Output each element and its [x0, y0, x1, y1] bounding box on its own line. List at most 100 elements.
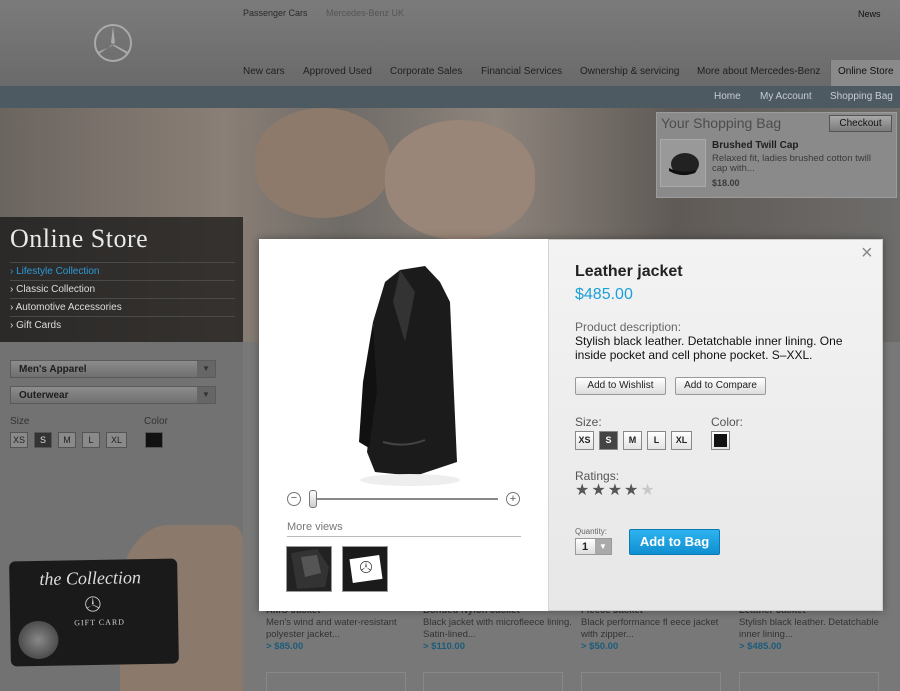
size-s[interactable]: S — [34, 432, 52, 448]
grid-item-price: > $485.00 — [739, 641, 782, 652]
category-label: Automotive Accessories — [15, 302, 122, 313]
hero-man — [255, 108, 390, 218]
category-label: Classic Collection — [16, 284, 96, 295]
category-label: Lifestyle Collection — [16, 266, 100, 277]
modal-size-l[interactable]: L — [647, 431, 666, 450]
grid-item-desc: Stylish black leather. Detatchable inner… — [739, 617, 879, 640]
gift-card-label: GIFT CARD — [74, 617, 126, 628]
color-label: Color — [144, 416, 168, 427]
bag-item-name[interactable]: Brushed Twill Cap — [712, 140, 799, 151]
modal-size-xl[interactable]: XL — [671, 431, 692, 450]
nav-corporate-sales[interactable]: Corporate Sales — [390, 66, 462, 77]
modal-size-xs[interactable]: XS — [575, 431, 594, 450]
checkout-button[interactable]: Checkout — [829, 115, 892, 132]
grid-card[interactable] — [423, 672, 563, 691]
chevron-down-icon: ▼ — [197, 387, 215, 403]
product-title: Leather jacket — [575, 263, 683, 280]
grid-item-price: > $110.00 — [423, 641, 466, 652]
subnav-home[interactable]: Home — [714, 91, 741, 102]
add-to-compare-button[interactable]: Add to Compare — [675, 377, 766, 395]
thumbnail-jacket-detail[interactable] — [286, 546, 332, 592]
grid-item-fleece-jacket[interactable]: Fleece JacketBlack performance fl eece j… — [581, 605, 731, 653]
bag-item-desc: Relaxed fit, ladies brushed cotton twill… — [712, 153, 871, 174]
modal-size-s[interactable]: S — [599, 431, 618, 450]
grid-card[interactable] — [581, 672, 721, 691]
zoom-slider-handle[interactable] — [309, 490, 317, 508]
thumbnail-label-detail[interactable] — [342, 546, 388, 592]
nav-more-about[interactable]: More about Mercedes-Benz — [697, 66, 820, 77]
mercedes-star-icon — [85, 596, 101, 612]
quantity-value: 1 — [582, 541, 589, 553]
mercedes-star-logo[interactable] — [93, 23, 133, 63]
close-icon[interactable]: × — [861, 243, 873, 263]
modal-size-label: Size: — [575, 415, 602, 429]
nav-approved-used[interactable]: Approved Used — [303, 66, 372, 77]
grid-item-desc: Black jacket with microfleece lining. Sa… — [423, 617, 572, 640]
subnav-my-account[interactable]: My Account — [760, 91, 812, 102]
grid-item-bonded-jacket[interactable]: Bonded Nylon JacketBlack jacket with mic… — [423, 605, 573, 653]
nav-new-cars[interactable]: New cars — [243, 66, 285, 77]
size-xs[interactable]: XS — [10, 432, 28, 448]
star-filled-icon[interactable]: ★ — [624, 482, 638, 499]
chevron-down-icon: ▼ — [595, 539, 611, 554]
product-price: $485.00 — [575, 286, 633, 303]
category-label: Gift Cards — [16, 320, 62, 331]
size-l[interactable]: L — [82, 432, 100, 448]
subnav-shopping-bag[interactable]: Shopping Bag — [830, 91, 893, 102]
grid-item-price: > $85.00 — [266, 641, 304, 652]
color-chip — [714, 434, 727, 447]
nav-online-store[interactable]: Online Store — [838, 66, 894, 77]
passenger-cars-link[interactable]: Passenger Cars — [243, 8, 308, 18]
news-link[interactable]: News — [858, 9, 881, 19]
grid-item-amg-jacket[interactable]: AMG JacketMen's wind and water-resistant… — [266, 605, 416, 653]
department-value: Men's Apparel — [19, 364, 87, 375]
description-label: Product description: — [575, 320, 682, 334]
modal-color-label: Color: — [711, 415, 744, 429]
zoom-out-icon[interactable]: − — [287, 492, 301, 506]
chevron-down-icon: ▼ — [197, 361, 215, 377]
star-filled-icon[interactable]: ★ — [608, 482, 622, 499]
quantity-select[interactable]: 1 ▼ — [575, 538, 612, 555]
gift-card-wheel — [18, 620, 59, 660]
bag-item-price: $18.00 — [712, 178, 740, 188]
mercedes-uk-link[interactable]: Mercedes-Benz UK — [326, 8, 404, 18]
category-lifestyle[interactable]: › Lifestyle Collection — [10, 262, 235, 277]
quantity-label: Quantity: — [575, 527, 608, 536]
shopping-bag-title: Your Shopping Bag — [661, 115, 782, 131]
nav-ownership[interactable]: Ownership & servicing — [580, 66, 679, 77]
department-select[interactable]: Men's Apparel ▼ — [10, 360, 216, 378]
color-black-swatch[interactable] — [145, 432, 163, 448]
grid-item-desc: Black performance fl eece jacket with zi… — [581, 617, 719, 640]
star-empty-icon[interactable]: ★ — [640, 482, 654, 499]
category-automotive[interactable]: › Automotive Accessories — [10, 298, 235, 313]
modal-color-black-swatch[interactable] — [711, 431, 730, 450]
mercedes-star-icon — [360, 561, 372, 573]
grid-card[interactable] — [739, 672, 879, 691]
online-store-title: Online Store — [10, 224, 149, 253]
grid-item-price: > $50.00 — [581, 641, 619, 652]
grid-card[interactable] — [266, 672, 406, 691]
grid-item-desc: Men's wind and water-resistant polyester… — [266, 617, 397, 640]
more-views-label: More views — [287, 521, 343, 533]
ratings-label: Ratings: — [575, 469, 620, 483]
size-label: Size — [10, 416, 30, 427]
grid-item-leather-jacket[interactable]: Leather JacketStylish black leather. Det… — [739, 605, 889, 653]
divider — [287, 536, 521, 537]
modal-size-m[interactable]: M — [623, 431, 642, 450]
star-filled-icon[interactable]: ★ — [575, 482, 589, 499]
category-classic[interactable]: › Classic Collection — [10, 280, 235, 295]
star-filled-icon[interactable]: ★ — [591, 482, 605, 499]
cap-thumbnail[interactable] — [660, 139, 706, 187]
zoom-slider-track[interactable] — [310, 498, 498, 500]
zoom-in-icon[interactable]: + — [506, 492, 520, 506]
add-to-wishlist-button[interactable]: Add to Wishlist — [575, 377, 666, 395]
size-xl[interactable]: XL — [106, 432, 127, 448]
category-gift-cards[interactable]: › Gift Cards — [10, 316, 235, 331]
nav-financial-services[interactable]: Financial Services — [481, 66, 562, 77]
product-description: Stylish black leather. Detatchable inner… — [575, 334, 843, 362]
size-m[interactable]: M — [58, 432, 76, 448]
add-to-bag-button[interactable]: Add to Bag — [629, 529, 720, 555]
category-select[interactable]: Outerwear ▼ — [10, 386, 216, 404]
leather-jacket-image[interactable] — [345, 262, 475, 492]
gift-card-script: the Collection — [39, 567, 142, 589]
